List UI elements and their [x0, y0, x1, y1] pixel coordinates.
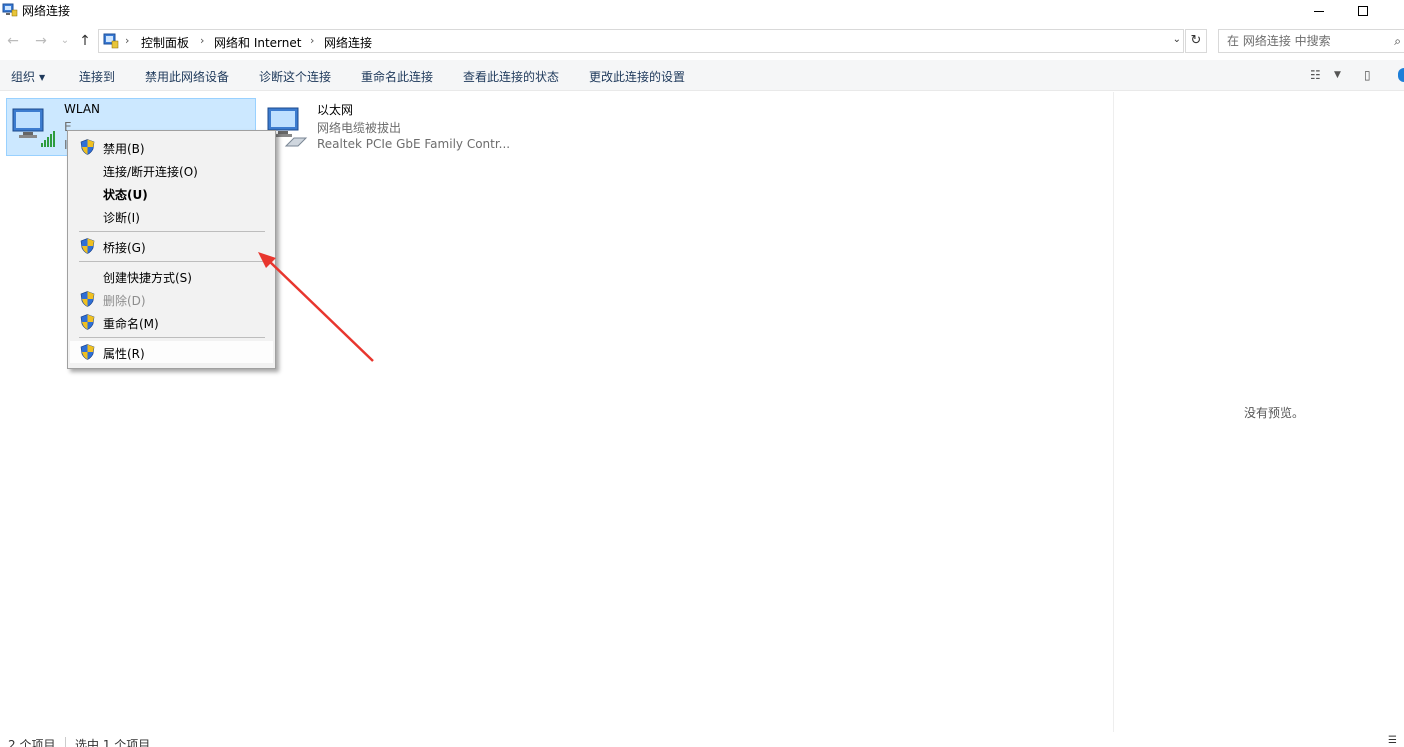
organize-menu-button[interactable]: 组织 ▼: [11, 68, 45, 85]
connection-item-ethernet[interactable]: 以太网 网络电缆被拔出 Realtek PCIe GbE Family Cont…: [260, 98, 560, 156]
change-settings-button[interactable]: 更改此连接的设置: [589, 68, 685, 85]
menu-item-label: 禁用(B): [103, 142, 145, 156]
menu-separator: [79, 261, 265, 262]
breadcrumb-separator-icon: ›: [125, 34, 130, 47]
search-icon[interactable]: ⌕: [1394, 34, 1401, 49]
menu-separator: [79, 231, 265, 232]
breadcrumb-control-panel[interactable]: 控制面板: [141, 34, 189, 51]
breadcrumb-network-internet[interactable]: 网络和 Internet: [214, 34, 301, 51]
minimize-icon: [1314, 10, 1324, 12]
address-bar[interactable]: › 控制面板 › 网络和 Internet › 网络连接 ⌄: [98, 29, 1184, 53]
connection-adapter: Realtek PCIe GbE Family Contr...: [317, 137, 511, 151]
menu-item-label: 桥接(G): [103, 241, 146, 255]
view-options-caret-icon[interactable]: ▼: [1334, 70, 1341, 80]
status-bar: 2 个项目 选中 1 个项目 ☰: [0, 732, 1404, 747]
uac-shield-icon: [80, 314, 95, 330]
details-view-icon[interactable]: ☰: [1388, 735, 1397, 746]
forward-arrow-icon[interactable]: →: [32, 32, 50, 50]
view-options-icon[interactable]: ☷: [1310, 68, 1321, 82]
title-bar: 网络连接: [0, 0, 1404, 22]
maximize-button[interactable]: [1340, 0, 1386, 22]
maximize-icon: [1358, 6, 1368, 16]
selected-count-text: 选中 1 个项目: [75, 738, 151, 747]
menu-item-label: 属性(R): [103, 347, 145, 361]
preview-pane-toggle-icon[interactable]: ▯: [1364, 68, 1371, 82]
menu-item-diagnose[interactable]: 诊断(I): [70, 205, 273, 227]
menu-item-label: 创建快捷方式(S): [103, 271, 192, 285]
address-dropdown-chevron-icon[interactable]: ⌄: [1173, 34, 1181, 45]
network-connections-app-icon: [2, 3, 18, 17]
menu-item-delete: 删除(D): [70, 288, 273, 310]
menu-item-label: 状态(U): [103, 188, 148, 202]
wifi-adapter-icon: [12, 108, 55, 147]
menu-item-bridge[interactable]: 桥接(G): [70, 235, 273, 257]
menu-item-label: 重命名(M): [103, 317, 159, 331]
search-input[interactable]: [1219, 30, 1389, 52]
organize-label: 组织: [11, 70, 36, 84]
menu-item-rename[interactable]: 重命名(M): [70, 311, 273, 333]
menu-item-status[interactable]: 状态(U): [70, 182, 273, 204]
menu-item-label: 删除(D): [103, 294, 146, 308]
menu-item-properties[interactable]: 属性(R): [70, 341, 273, 363]
back-arrow-icon[interactable]: ←: [4, 32, 22, 50]
status-divider: [65, 737, 66, 747]
menu-item-label: 连接/断开连接(O): [103, 165, 198, 179]
item-count-text: 2 个项目: [8, 738, 56, 747]
refresh-button[interactable]: ↻: [1185, 29, 1207, 53]
breadcrumb-network-connections[interactable]: 网络连接: [324, 34, 372, 51]
connection-status: 网络电缆被拔出: [317, 121, 402, 135]
connection-name: 以太网: [317, 103, 354, 117]
uac-shield-icon: [80, 344, 95, 360]
connection-name: WLAN: [64, 102, 101, 116]
uac-shield-icon: [80, 238, 95, 254]
no-preview-text: 没有预览。: [1244, 406, 1305, 420]
menu-item-label: 诊断(I): [103, 211, 140, 225]
view-status-button[interactable]: 查看此连接的状态: [463, 68, 559, 85]
rename-connection-button[interactable]: 重命名此连接: [361, 68, 433, 85]
recent-locations-chevron-icon[interactable]: ⌄: [56, 32, 74, 50]
command-bar: 组织 ▼ 连接到 禁用此网络设备 诊断这个连接 重命名此连接 查看此连接的状态 更…: [0, 60, 1404, 91]
breadcrumb-separator-icon: ›: [200, 34, 205, 47]
minimize-button[interactable]: [1296, 0, 1342, 22]
search-box[interactable]: ⌕: [1218, 29, 1404, 53]
menu-item-create-shortcut[interactable]: 创建快捷方式(S): [70, 265, 273, 287]
context-menu: 禁用(B) 连接/断开连接(O) 状态(U) 诊断(I) 桥接(G) 创建快捷方…: [67, 130, 276, 369]
preview-pane: 没有预览。: [1113, 92, 1404, 732]
window-title: 网络连接: [22, 4, 71, 18]
control-panel-icon: [103, 33, 119, 49]
refresh-icon: ↻: [1190, 33, 1202, 48]
up-arrow-icon[interactable]: ↑: [76, 32, 94, 50]
diagnose-button[interactable]: 诊断这个连接: [259, 68, 331, 85]
dropdown-caret-icon: ▼: [39, 73, 46, 82]
uac-shield-icon: [80, 139, 95, 155]
menu-item-connect-disconnect[interactable]: 连接/断开连接(O): [70, 159, 273, 181]
connect-to-button[interactable]: 连接到: [79, 68, 115, 85]
menu-separator: [79, 337, 265, 338]
breadcrumb-separator-icon: ›: [310, 34, 315, 47]
disable-device-button[interactable]: 禁用此网络设备: [145, 68, 229, 85]
help-icon[interactable]: [1398, 68, 1404, 82]
menu-item-disable[interactable]: 禁用(B): [70, 136, 273, 158]
address-row: ← → ⌄ ↑ › 控制面板 › 网络和 Internet › 网络连接 ⌄ ↻…: [0, 28, 1404, 54]
uac-shield-icon: [80, 291, 95, 307]
